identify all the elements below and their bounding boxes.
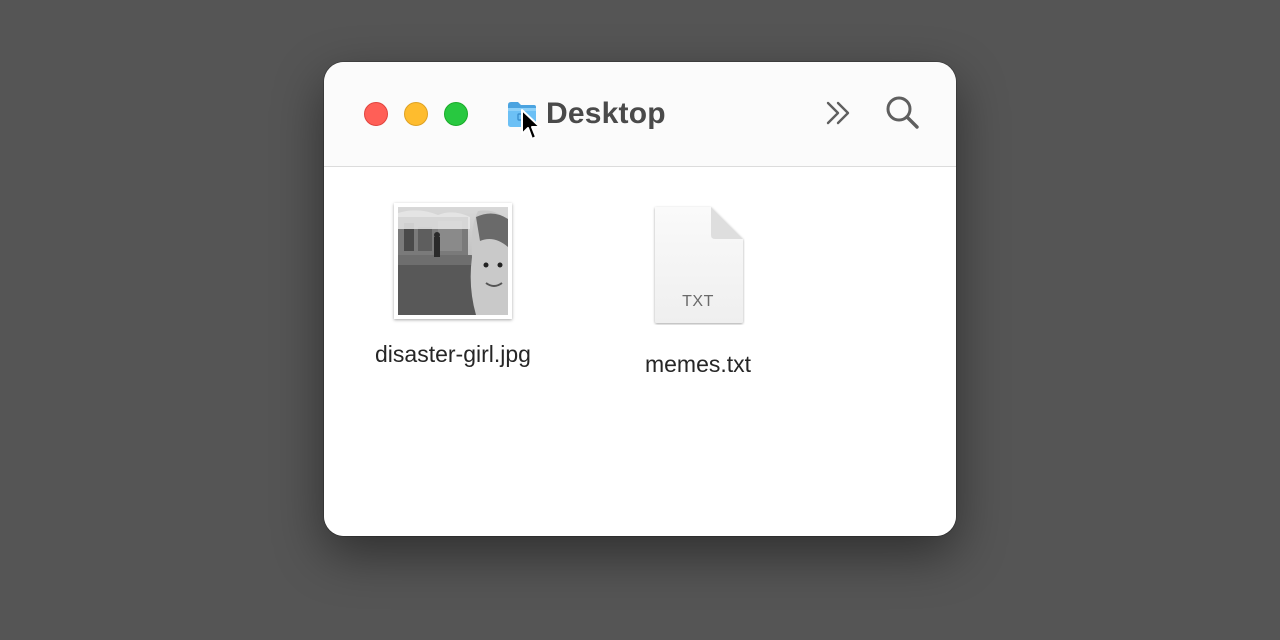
search-button[interactable] [882, 94, 922, 134]
mouse-pointer-icon [520, 108, 542, 142]
window-title: Desktop [546, 97, 666, 130]
file-item[interactable]: TXT memes.txt [616, 197, 780, 378]
text-document-icon[interactable]: TXT [651, 205, 745, 325]
toolbar-overflow-button[interactable] [822, 98, 856, 132]
file-type-badge: TXT [682, 293, 714, 310]
close-window-button[interactable] [364, 102, 388, 126]
minimize-window-button[interactable] [404, 102, 428, 126]
file-item[interactable]: disaster-girl.jpg [354, 197, 552, 368]
image-thumbnail[interactable] [394, 203, 512, 319]
zoom-window-button[interactable] [444, 102, 468, 126]
window-toolbar: Desktop [324, 62, 956, 167]
file-name: disaster-girl.jpg [375, 341, 531, 367]
search-icon [884, 94, 920, 135]
file-name: memes.txt [644, 351, 752, 377]
file-view: disaster-girl.jpg TXT memes.txt [324, 167, 956, 536]
chevron-double-right-icon [825, 100, 853, 131]
finder-window: Desktop disaster-girl.jpg TXT memes.txt [324, 62, 956, 536]
desktop-background: Desktop disaster-girl.jpg TXT memes.txt [0, 0, 1280, 640]
